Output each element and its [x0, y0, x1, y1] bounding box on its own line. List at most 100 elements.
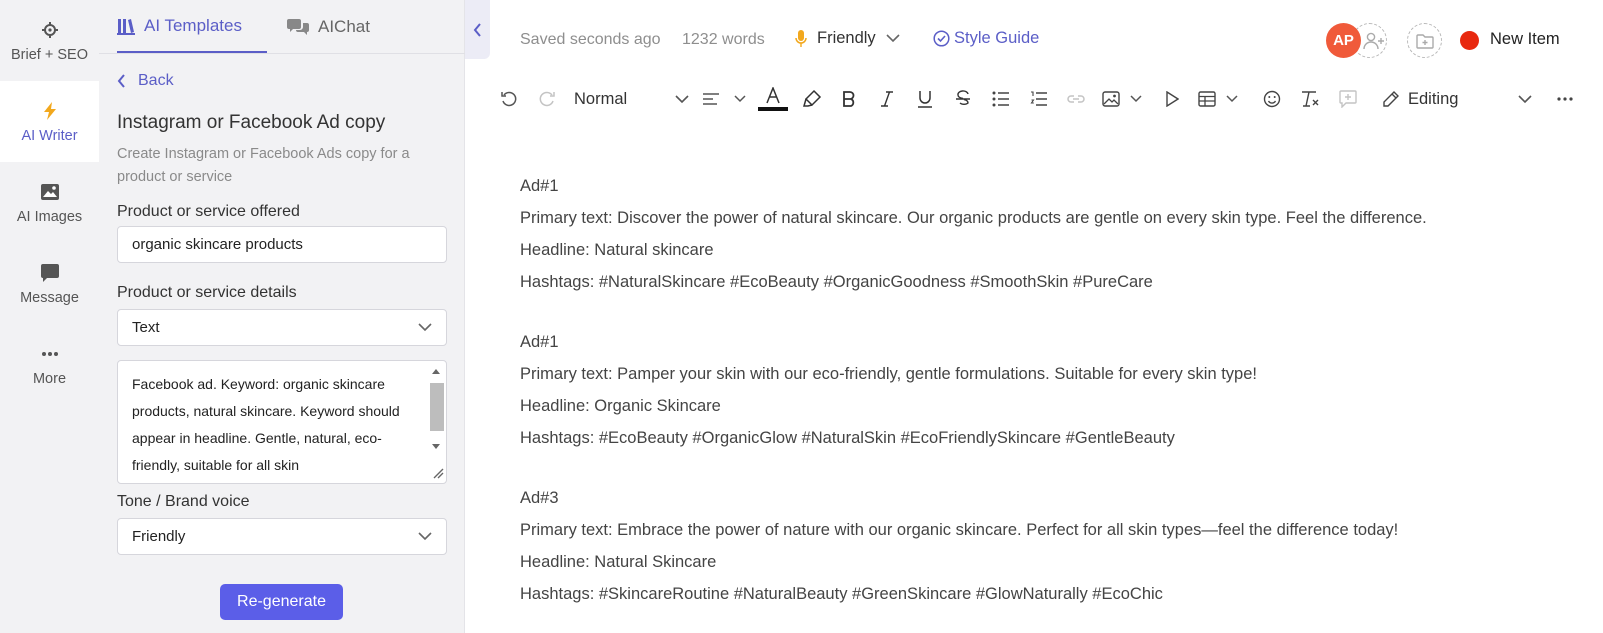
clear-formatting-button[interactable] — [1298, 86, 1322, 112]
table-dropdown[interactable] — [1198, 86, 1238, 112]
chevron-down-icon — [1226, 95, 1238, 103]
italic-button[interactable] — [875, 86, 899, 112]
numbered-list-button[interactable] — [1027, 86, 1051, 112]
image-icon — [40, 181, 59, 203]
ad-hashtags: Hashtags: #NaturalSkincare #EcoBeauty #O… — [520, 273, 1153, 291]
chevron-left-icon — [473, 22, 481, 37]
resize-grip-icon[interactable] — [432, 467, 444, 479]
ad-headline: Headline: Natural Skincare — [520, 553, 717, 571]
save-status: Saved seconds ago — [520, 31, 661, 48]
rail-item-brief-seo[interactable]: Brief + SEO — [0, 0, 99, 81]
underline-button[interactable] — [913, 86, 937, 112]
editor-topbar: Saved seconds ago 1232 words Friendly St… — [490, 0, 1603, 79]
play-button[interactable] — [1160, 86, 1184, 112]
document-body[interactable]: Ad#1 Primary text: Discover the power of… — [520, 170, 1580, 633]
rail-item-label: AI Images — [16, 208, 83, 225]
item-name[interactable]: New Item — [1490, 30, 1560, 49]
ad-block: Ad#1 Primary text: Discover the power of… — [520, 170, 1580, 298]
align-dropdown[interactable] — [702, 86, 746, 112]
pencil-icon — [1383, 91, 1399, 107]
emoji-icon — [1263, 90, 1281, 108]
details-type-value: Text — [132, 319, 160, 336]
paragraph-style-select[interactable]: Normal — [574, 86, 689, 112]
back-label: Back — [138, 72, 174, 89]
image-icon — [1102, 91, 1120, 107]
link-icon — [1067, 95, 1085, 103]
left-rail: Brief + SEO AI Writer AI Images Message … — [0, 0, 99, 633]
rail-item-label: More — [32, 370, 67, 387]
ad-title: Ad#1 — [520, 333, 559, 351]
editing-mode-select[interactable]: Editing — [1382, 86, 1532, 112]
message-icon — [40, 262, 59, 284]
tab-label: AIChat — [318, 17, 370, 36]
textarea-scrollbar[interactable] — [426, 361, 446, 483]
chat-icon — [287, 19, 309, 35]
details-type-select[interactable]: Text — [117, 309, 447, 346]
ad-headline: Headline: Natural skincare — [520, 241, 714, 259]
strikethrough-button[interactable] — [951, 86, 975, 112]
underline-icon — [918, 91, 932, 108]
tone-select[interactable]: Friendly — [117, 518, 447, 555]
table-icon — [1198, 91, 1216, 107]
rail-item-label: Brief + SEO — [11, 46, 88, 63]
product-input[interactable]: organic skincare products — [117, 226, 447, 263]
microphone-icon — [795, 29, 807, 47]
avatar[interactable]: AP — [1326, 23, 1361, 58]
tab-ai-templates[interactable]: AI Templates — [117, 0, 267, 53]
template-panel: AI Templates AIChat Back Instagram or Fa… — [99, 0, 465, 633]
highlight-button[interactable] — [800, 86, 824, 112]
chevron-down-icon — [886, 34, 900, 43]
highlighter-icon — [803, 89, 822, 107]
bold-button[interactable] — [837, 86, 861, 112]
rail-item-more[interactable]: More — [0, 324, 99, 405]
more-dots-icon — [41, 343, 59, 365]
image-dropdown[interactable] — [1102, 86, 1142, 112]
panel-tabs: AI Templates AIChat — [99, 0, 465, 54]
emoji-button[interactable] — [1260, 86, 1284, 112]
crosshair-icon — [41, 19, 59, 41]
style-guide-label: Style Guide — [954, 29, 1040, 47]
chevron-down-icon — [675, 94, 689, 103]
folder-icon — [1415, 33, 1434, 49]
ad-block: Ad#3 Primary text: Embrace the power of … — [520, 482, 1580, 610]
template-title: Instagram or Facebook Ad copy — [117, 112, 386, 133]
scrollbar-thumb[interactable] — [430, 383, 444, 431]
chevron-down-icon — [1518, 94, 1532, 103]
details-field-label: Product or service details — [117, 284, 297, 301]
rail-item-message[interactable]: Message — [0, 243, 99, 324]
chevron-down-icon — [734, 95, 746, 103]
library-icon — [117, 18, 135, 35]
text-color-button[interactable] — [758, 86, 788, 112]
tone-label: Friendly — [817, 29, 876, 47]
details-textarea[interactable]: Facebook ad. Keyword: organic skincare p… — [117, 360, 447, 484]
add-comment-button[interactable] — [1336, 86, 1360, 112]
chevron-down-icon — [418, 323, 432, 332]
check-circle-icon — [933, 30, 950, 47]
editing-mode-value: Editing — [1408, 89, 1459, 108]
style-guide-link[interactable]: Style Guide — [933, 29, 1039, 48]
rail-item-ai-writer[interactable]: AI Writer — [0, 81, 99, 162]
tab-aichat[interactable]: AIChat — [287, 0, 370, 54]
ad-title: Ad#3 — [520, 489, 559, 507]
rail-item-ai-images[interactable]: AI Images — [0, 162, 99, 243]
regenerate-button[interactable]: Re-generate — [220, 584, 343, 620]
ad-hashtags: Hashtags: #EcoBeauty #OrganicGlow #Natur… — [520, 429, 1175, 447]
tone-dropdown[interactable]: Friendly — [795, 29, 900, 48]
text-color-swatch — [758, 107, 788, 111]
undo-button[interactable] — [497, 86, 521, 112]
rail-item-label: Message — [20, 289, 79, 306]
more-options-button[interactable] — [1553, 86, 1577, 112]
back-link[interactable]: Back — [117, 72, 174, 90]
ad-hashtags: Hashtags: #SkincareRoutine #NaturalBeaut… — [520, 585, 1163, 603]
collapse-panel-button[interactable] — [465, 0, 490, 59]
rail-item-label: AI Writer — [21, 127, 78, 144]
redo-button[interactable] — [535, 86, 559, 112]
scroll-up-icon — [432, 369, 440, 374]
word-count: 1232 words — [682, 31, 765, 48]
template-description: Create Instagram or Facebook Ads copy fo… — [117, 146, 410, 185]
numbered-list-icon — [1030, 91, 1047, 106]
move-to-folder-button[interactable] — [1407, 23, 1442, 58]
link-button[interactable] — [1064, 86, 1088, 112]
lightning-icon — [43, 100, 57, 122]
bullet-list-button[interactable] — [989, 86, 1013, 112]
